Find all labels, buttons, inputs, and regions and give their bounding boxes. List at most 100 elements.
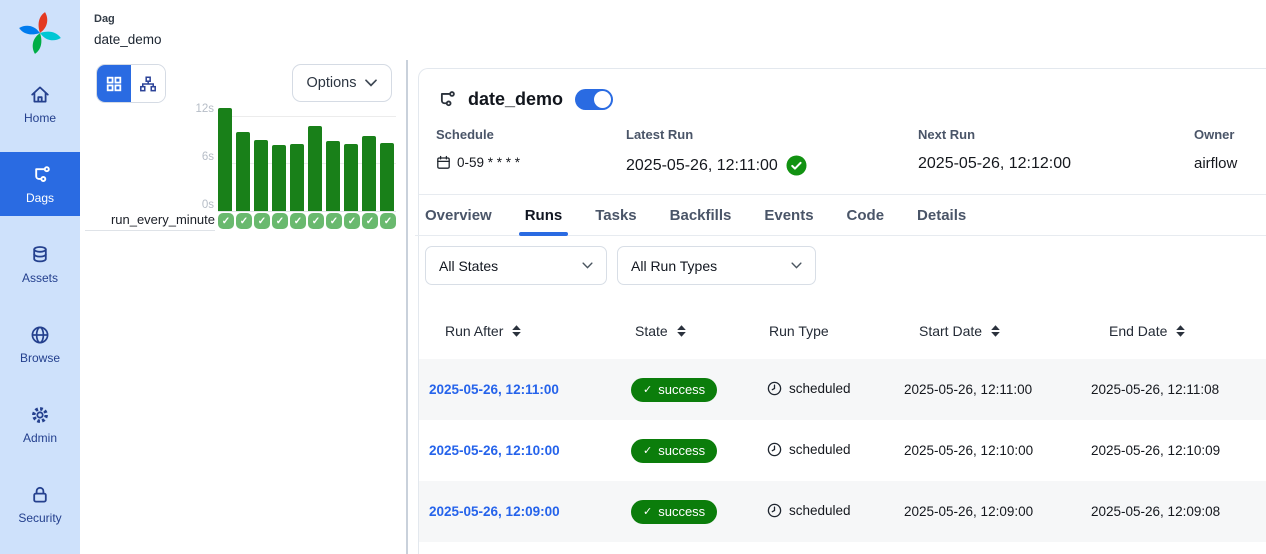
graph-icon (139, 75, 157, 93)
tab-events[interactable]: Events (754, 195, 823, 235)
check-icon: ✓ (643, 383, 652, 396)
dag-pause-toggle[interactable] (575, 89, 613, 110)
table-row[interactable]: 2025-05-26, 12:11:00 ✓success scheduled … (419, 359, 1266, 420)
status-label: success (658, 382, 705, 397)
state-filter-select[interactable]: All States (425, 246, 607, 285)
sidebar-item-assets[interactable]: Assets (0, 232, 80, 296)
tab-code[interactable]: Code (837, 195, 895, 235)
info-label: Schedule (436, 127, 626, 142)
sort-icon[interactable] (675, 324, 688, 338)
column-header-state[interactable]: State (611, 323, 756, 339)
sidebar-item-security[interactable]: Security (0, 472, 80, 536)
run-after-link[interactable]: 2025-05-26, 12:11:00 (429, 382, 559, 397)
column-header-label: Run Type (769, 323, 829, 339)
panel-resize-handle[interactable] (406, 60, 408, 554)
duration-bar[interactable] (218, 108, 232, 211)
table-row[interactable]: 2025-05-26, 12:09:00 ✓success scheduled … (419, 481, 1266, 542)
task-run-state-badge[interactable]: ✓ (290, 213, 306, 229)
gear-icon (29, 404, 51, 426)
task-run-state-badge[interactable]: ✓ (362, 213, 378, 229)
task-run-state-badge[interactable]: ✓ (344, 213, 360, 229)
options-button[interactable]: Options (292, 64, 392, 102)
column-header-start-date[interactable]: Start Date (881, 323, 1076, 339)
check-icon: ✓ (643, 444, 652, 457)
end-date: 2025-05-26, 12:09:08 (1091, 504, 1220, 519)
sort-icon[interactable] (510, 324, 523, 338)
info-label: Owner (1194, 127, 1237, 142)
duration-bar[interactable] (344, 144, 358, 211)
tab-details[interactable]: Details (907, 195, 976, 235)
task-run-state-badge[interactable]: ✓ (236, 213, 252, 229)
duration-bar[interactable] (272, 145, 286, 211)
ytick-0s: 0s (180, 199, 214, 211)
sidebar-item-label: Security (18, 511, 61, 525)
duration-bar[interactable] (380, 143, 394, 211)
sort-icon[interactable] (1174, 324, 1187, 338)
grid-view-button[interactable] (97, 65, 131, 102)
task-run-state-badge[interactable]: ✓ (254, 213, 270, 229)
dag-icon (29, 164, 51, 186)
duration-bar[interactable] (236, 132, 250, 211)
sidebar-item-admin[interactable]: Admin (0, 392, 80, 456)
home-icon (29, 84, 51, 106)
sidebar-item-dags[interactable]: Dags (0, 152, 80, 216)
start-date: 2025-05-26, 12:09:00 (904, 504, 1033, 519)
clock-icon (767, 503, 782, 518)
database-icon (29, 244, 51, 266)
tab-runs[interactable]: Runs (515, 195, 573, 235)
state-filter-value: All States (439, 258, 498, 274)
table-row[interactable]: 2025-05-26, 12:10:00 ✓success scheduled … (419, 420, 1266, 481)
run-type-cell: scheduled (767, 503, 851, 518)
info-label: Latest Run (626, 127, 918, 142)
start-date: 2025-05-26, 12:10:00 (904, 443, 1033, 458)
sidebar-item-label: Browse (20, 351, 60, 365)
view-toggle (96, 64, 166, 103)
info-owner: Owner airflow (1194, 127, 1237, 176)
tab-overview[interactable]: Overview (415, 195, 502, 235)
chevron-down-icon (365, 79, 377, 87)
column-header-end-date[interactable]: End Date (1076, 323, 1266, 339)
airflow-pinwheel-icon (17, 10, 63, 56)
run-type-label: scheduled (789, 381, 851, 396)
clock-icon (767, 442, 782, 457)
task-run-state-badge[interactable]: ✓ (308, 213, 324, 229)
end-date: 2025-05-26, 12:11:08 (1091, 382, 1219, 397)
tab-backfills[interactable]: Backfills (660, 195, 742, 235)
dag-title-row: date_demo (419, 69, 1266, 119)
chevron-down-icon (582, 262, 593, 269)
run-type-filter-value: All Run Types (631, 258, 717, 274)
column-header-run-type[interactable]: Run Type (756, 323, 881, 339)
duration-bar[interactable] (290, 144, 304, 211)
chevron-down-icon (791, 262, 802, 269)
column-header-run-after[interactable]: Run After (419, 323, 611, 339)
sidebar-item-label: Home (24, 111, 56, 125)
sort-icon[interactable] (989, 324, 1002, 338)
sidebar-nav: Home Dags Assets Browse (0, 72, 80, 536)
schedule-value: 0-59 * * * * (457, 155, 520, 170)
duration-bar[interactable] (362, 136, 376, 211)
task-name[interactable]: run_every_minute (85, 212, 215, 231)
graph-view-button[interactable] (131, 65, 165, 102)
duration-bar[interactable] (308, 126, 322, 211)
check-icon: ✓ (643, 505, 652, 518)
run-after-link[interactable]: 2025-05-26, 12:09:00 (429, 504, 560, 519)
task-run-state-badge[interactable]: ✓ (380, 213, 396, 229)
success-check-circle-icon (786, 155, 807, 176)
info-label: Next Run (918, 127, 1194, 142)
duration-bar[interactable] (254, 140, 268, 211)
tab-tasks[interactable]: Tasks (585, 195, 646, 235)
info-schedule: Schedule 0-59 * * * * (436, 127, 626, 176)
task-run-state-badge[interactable]: ✓ (272, 213, 288, 229)
run-type-filter-select[interactable]: All Run Types (617, 246, 816, 285)
latest-run-value[interactable]: 2025-05-26, 12:11:00 (626, 157, 778, 175)
airflow-logo[interactable] (15, 6, 65, 60)
run-after-link[interactable]: 2025-05-26, 12:10:00 (429, 443, 560, 458)
sidebar-item-browse[interactable]: Browse (0, 312, 80, 376)
breadcrumb: Dag (94, 13, 115, 25)
sidebar-item-home[interactable]: Home (0, 72, 80, 136)
task-run-state-badge[interactable]: ✓ (218, 213, 234, 229)
run-type-cell: scheduled (767, 442, 851, 457)
task-run-state-badge[interactable]: ✓ (326, 213, 342, 229)
dag-tabs: Overview Runs Tasks Backfills Events Cod… (415, 195, 1266, 236)
duration-bar[interactable] (326, 141, 340, 211)
